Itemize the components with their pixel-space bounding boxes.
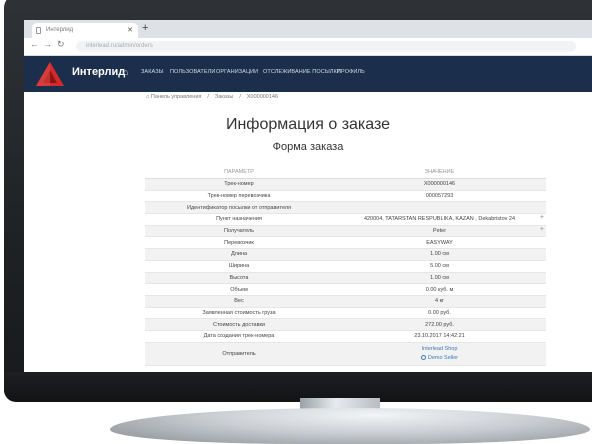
table-row: Дата создания трек-номера 23.10.2017 14:4… (145, 330, 546, 343)
row-param: Объем (145, 283, 333, 296)
back-icon[interactable]: ← (30, 39, 39, 49)
form-title: Форма заказа (272, 141, 344, 153)
breadcrumb-orders[interactable]: Заказы (215, 94, 233, 100)
table-row: Идентификатор посылки от отправителя (145, 201, 546, 215)
order-info-table: ПАРАМЕТР ЗНАЧЕНИЕ Трек-номер X000000146 Т… (145, 166, 546, 366)
table-row: Трек-номер X000000146 (145, 178, 546, 191)
url-text: interlead.ru/admin/orders (86, 43, 153, 49)
sender-shop-link[interactable]: Interlead Shop (333, 345, 546, 354)
row-param: Трек-номер (145, 178, 333, 191)
row-value: 0.00 руб. (333, 307, 546, 320)
row-param: Длина (145, 248, 333, 261)
table-row: Вес 4 кг (145, 295, 546, 308)
row-param: Стоимость доставки (145, 318, 333, 331)
breadcrumb-separator: / (239, 94, 241, 100)
nav-profile[interactable]: ПРОФИЛЬ (337, 69, 365, 75)
logo-icon[interactable] (35, 61, 65, 87)
row-param: Идентификатор посылки от отправителя (145, 201, 333, 215)
table-row: Ширина 5.00 см (145, 260, 546, 273)
row-param: Пункт назначения (145, 213, 333, 226)
row-value: 5.00 см (333, 260, 546, 273)
new-tab-button[interactable]: + (142, 22, 148, 34)
home-icon[interactable]: ⌂ (123, 67, 128, 77)
breadcrumb: ⌂ Панель управления / Заказы / X000000146 (146, 94, 278, 100)
table-row: Длина 1.00 см (145, 248, 546, 261)
monitor-screen: Интерлид ✕ + ← → ↻ interlead.ru/admin/or… (24, 20, 592, 372)
row-param: Перевозчик (145, 236, 333, 250)
table-header-row: ПАРАМЕТР ЗНАЧЕНИЕ (145, 166, 546, 179)
column-header-parameter: ПАРАМЕТР (145, 166, 333, 179)
row-value: X000000146 (333, 178, 546, 191)
table-row: Высота 1.00 см (145, 272, 546, 285)
row-value: 420004, TATARSTAN RESPUBLIKA, KAZAN , De… (363, 216, 516, 223)
row-param: Трек-номер перевозчика (145, 190, 333, 203)
row-value: 272.00 руб. (333, 318, 546, 331)
row-value: 23.10.2017 14:42:21 (333, 330, 546, 343)
row-param: Высота (145, 272, 333, 285)
row-param: Заявленная стоимость груза (145, 307, 333, 320)
table-row: Перевозчик EASYWAY (145, 236, 546, 250)
nav-organizations[interactable]: ОРГАНИЗАЦИИ (216, 69, 258, 75)
table-row-sender: Отправитель Interlead Shop Demo Seller (145, 342, 546, 366)
tab-title: Интерлид (46, 27, 74, 33)
page-icon (36, 27, 41, 34)
row-value: 0.00 куб. м (333, 283, 546, 296)
brand-name[interactable]: Интерлид (72, 66, 125, 78)
row-value: EASYWAY (333, 236, 546, 250)
row-param: Вес (145, 295, 333, 308)
table-row: Пункт назначения 420004, TATARSTAN RESPUB… (145, 213, 546, 226)
breadcrumb-separator: / (207, 94, 209, 100)
monitor-stand-base (110, 408, 590, 444)
row-value-cell: 420004, TATARSTAN RESPUBLIKA, KAZAN , De… (333, 213, 546, 226)
row-value: Peter (432, 228, 447, 235)
row-value: 4 кг (333, 295, 546, 308)
row-param: Получатель (145, 225, 333, 238)
sender-value: Interlead Shop Demo Seller (333, 342, 546, 366)
column-header-value: ЗНАЧЕНИЕ (333, 166, 546, 179)
row-value: 000057293 (333, 190, 546, 203)
nav-users[interactable]: ПОЛЬЗОВАТЕЛИ (170, 69, 215, 75)
nav-orders[interactable]: ЗАКАЗЫ (141, 69, 164, 75)
browser-address-bar: ← → ↻ interlead.ru/admin/orders (24, 38, 592, 56)
row-value: 1.00 см (333, 248, 546, 261)
browser-tab-bar: Интерлид ✕ + (24, 20, 592, 38)
expand-plus-icon[interactable]: + (540, 214, 544, 221)
row-value (333, 201, 546, 215)
row-param: Дата создания трек-номера (145, 330, 333, 343)
app-navbar: Интерлид ⌂ ЗАКАЗЫ ПОЛЬЗОВАТЕЛИ ОРГАНИЗАЦ… (24, 56, 592, 92)
close-icon[interactable]: ✕ (127, 23, 133, 38)
table-row: Заявленная стоимость груза 0.00 руб. (145, 307, 546, 320)
reload-icon[interactable]: ↻ (57, 39, 65, 50)
nav-tracking[interactable]: ОТСЛЕЖИВАНИЕ ПОСЫЛКИ (263, 69, 341, 75)
table-row: Получатель Peter + (145, 225, 546, 238)
row-param: Отправитель (145, 342, 333, 366)
sender-seller-name: Demo Seller (427, 354, 459, 361)
expand-plus-icon[interactable]: + (540, 226, 544, 233)
monitor-bezel-bottom (4, 372, 592, 402)
table-row: Объем 0.00 куб. м (145, 283, 546, 296)
breadcrumb-current: X000000146 (246, 94, 279, 100)
sender-seller-link[interactable]: Demo Seller (333, 354, 546, 363)
breadcrumb-dashboard[interactable]: Панель управления (151, 94, 202, 100)
table-row: Стоимость доставки 272.00 руб. (145, 318, 546, 331)
page-title: Информация о заказе (225, 116, 391, 133)
row-value: 1.00 см (333, 272, 546, 285)
url-input[interactable]: interlead.ru/admin/orders (76, 41, 576, 52)
browser-tab[interactable]: Интерлид ✕ (32, 23, 138, 38)
forward-icon[interactable]: → (43, 39, 52, 49)
table-row: Трек-номер перевозчика 000057293 (145, 190, 546, 203)
user-icon (420, 354, 426, 360)
row-value-cell: Peter + (333, 225, 546, 238)
row-param: Ширина (145, 260, 333, 273)
